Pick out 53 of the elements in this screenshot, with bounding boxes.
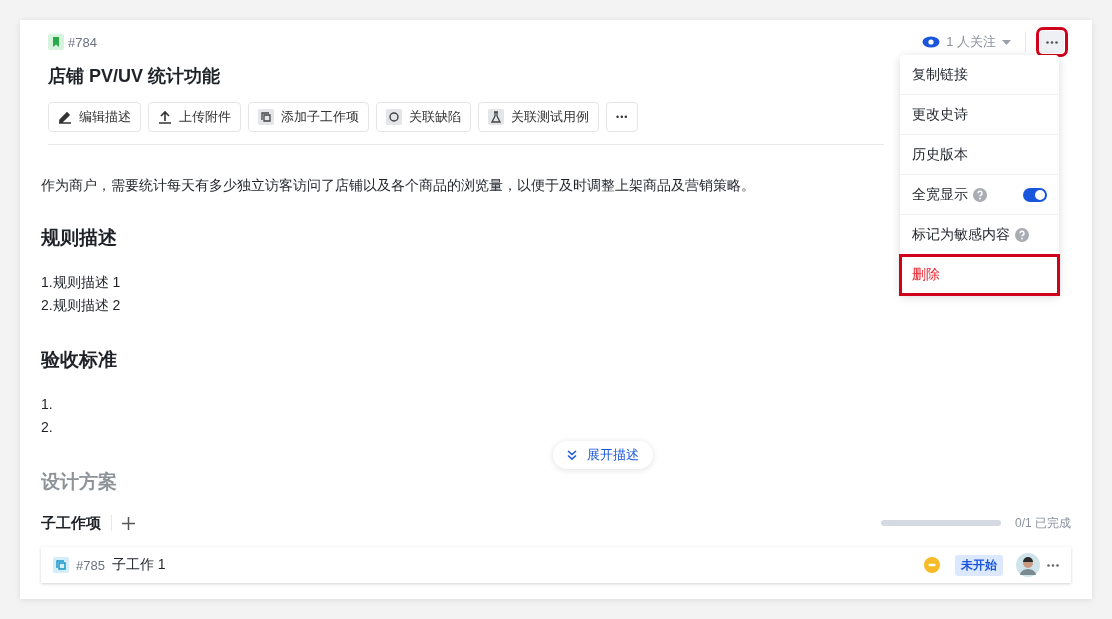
help-icon — [1015, 227, 1029, 242]
more-icon[interactable] — [1047, 563, 1059, 567]
upload-icon — [158, 110, 172, 124]
menu-label: 删除 — [912, 265, 940, 284]
menu-label: 历史版本 — [912, 145, 968, 164]
list-line: 1.规则描述 1 — [41, 273, 121, 292]
menu-item[interactable]: 更改史诗 — [900, 95, 1059, 135]
avatar — [1016, 553, 1040, 577]
expand-button[interactable]: 展开描述 — [553, 441, 653, 469]
subitem-row[interactable]: #785 子工作 1 未开始 — [41, 547, 1071, 583]
priority-icon — [924, 557, 940, 573]
toggle-switch[interactable] — [1023, 187, 1047, 202]
flask-icon — [488, 109, 504, 125]
list-line: 2.规则描述 2 — [41, 296, 121, 315]
action-button[interactable]: 关联测试用例 — [478, 102, 599, 132]
section-heading: 验收标准 — [41, 348, 117, 372]
action-button[interactable]: 关联缺陷 — [376, 102, 471, 132]
menu-item[interactable]: 标记为敏感内容 — [900, 215, 1059, 255]
circle-icon — [386, 109, 402, 125]
menu-label: 更改史诗 — [912, 105, 968, 124]
add-icon[interactable] — [122, 516, 135, 530]
menu-item[interactable]: 全宽显示 — [900, 175, 1059, 215]
bookmark-icon — [48, 34, 64, 50]
list-line: 1. — [41, 395, 53, 414]
menu-item[interactable]: 历史版本 — [900, 135, 1059, 175]
action-button[interactable]: 编辑描述 — [48, 102, 141, 132]
action-button[interactable]: 上传附件 — [148, 102, 241, 132]
double-chevron-icon — [567, 450, 577, 460]
section-heading: 子工作项 — [41, 513, 101, 533]
issue-title: 店铺 PV/UV 统计功能 — [48, 65, 221, 88]
more-icon — [1046, 40, 1058, 44]
progress-text: 0/1 已完成 — [1015, 514, 1071, 532]
help-icon — [973, 187, 987, 202]
copy-icon — [53, 557, 69, 573]
section-heading: 规则描述 — [41, 226, 117, 250]
copy-icon — [258, 109, 274, 125]
caret-icon — [1002, 39, 1011, 45]
menu-label: 标记为敏感内容 — [912, 225, 1010, 244]
section-heading: 设计方案 — [41, 470, 117, 494]
pencil-icon — [58, 110, 72, 124]
list-line: 2. — [41, 418, 53, 437]
menu-label: 复制链接 — [912, 65, 968, 84]
subitem-title: 子工作 1 — [111, 556, 166, 574]
description-text: 作为商户，需要统计每天有多少独立访客访问了店铺以及各个商品的浏览量，以便于及时调整上架商品及营销策略。 — [41, 177, 755, 195]
subitem-id: #785 — [76, 557, 105, 573]
status-tag: 未开始 — [955, 554, 1003, 576]
eye-icon — [922, 36, 941, 48]
menu-item[interactable]: 复制链接 — [900, 55, 1059, 95]
more-actions-button[interactable]: ••• — [606, 102, 639, 132]
action-button[interactable]: 添加子工作项 — [248, 102, 369, 132]
menu-label: 全宽显示 — [912, 185, 968, 204]
menu-item[interactable]: 删除 — [900, 255, 1059, 295]
issue-id: #784 — [68, 34, 97, 50]
